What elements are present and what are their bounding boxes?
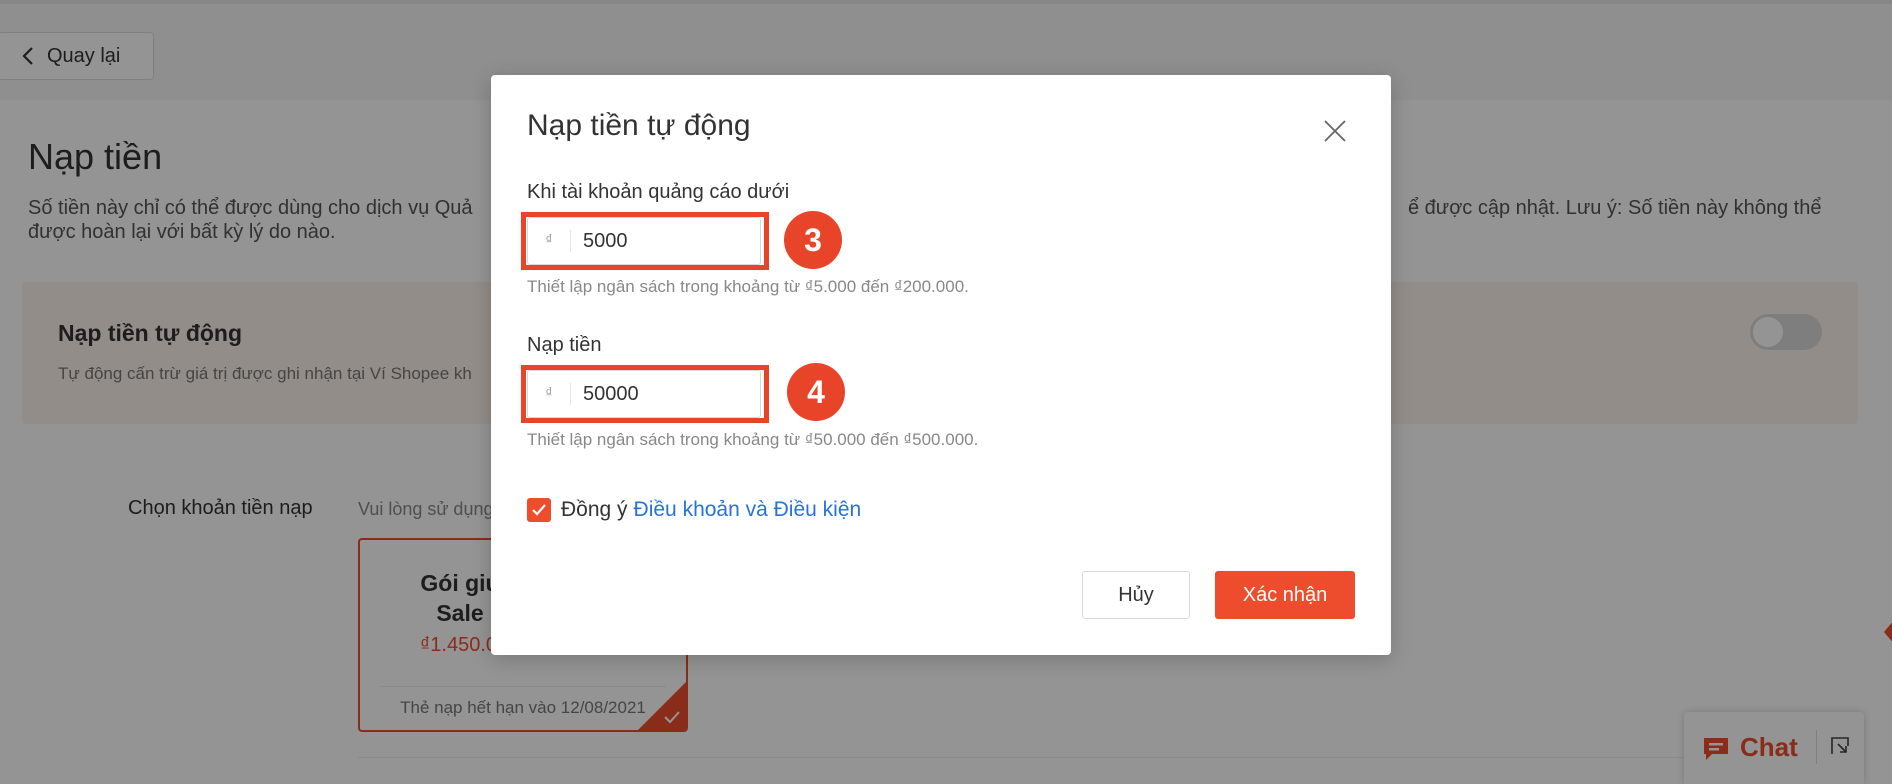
threshold-hint: Thiết lập ngân sách trong khoảng từ ₫5.0… — [527, 277, 969, 296]
threshold-input[interactable] — [571, 228, 755, 254]
agree-prefix: Đồng ý — [561, 498, 628, 521]
confirm-button[interactable]: Xác nhận — [1215, 571, 1355, 619]
modal-title: Nạp tiền tự động — [527, 109, 751, 142]
topup-label: Nạp tiền — [527, 334, 602, 356]
close-icon[interactable] — [1321, 117, 1349, 145]
auto-topup-modal: Nạp tiền tự động Khi tài khoản quảng cáo… — [491, 75, 1391, 655]
threshold-label: Khi tài khoản quảng cáo dưới — [527, 181, 790, 203]
agree-row: Đồng ý Điều khoản và Điều kiện — [527, 498, 861, 522]
topup-hint: Thiết lập ngân sách trong khoảng từ ₫50.… — [527, 430, 979, 449]
cancel-button[interactable]: Hủy — [1082, 571, 1190, 619]
threshold-input-box[interactable]: ₫ — [527, 217, 761, 265]
topup-input-box[interactable]: ₫ — [527, 370, 761, 418]
terms-link[interactable]: Điều khoản và Điều kiện — [634, 498, 862, 522]
currency-symbol: ₫ — [528, 230, 571, 252]
topup-input[interactable] — [571, 381, 755, 407]
check-icon — [532, 504, 546, 516]
agree-checkbox[interactable] — [527, 498, 551, 522]
step-badge: 3 — [784, 211, 842, 269]
currency-symbol: ₫ — [528, 383, 571, 405]
step-badge: 4 — [787, 363, 845, 421]
